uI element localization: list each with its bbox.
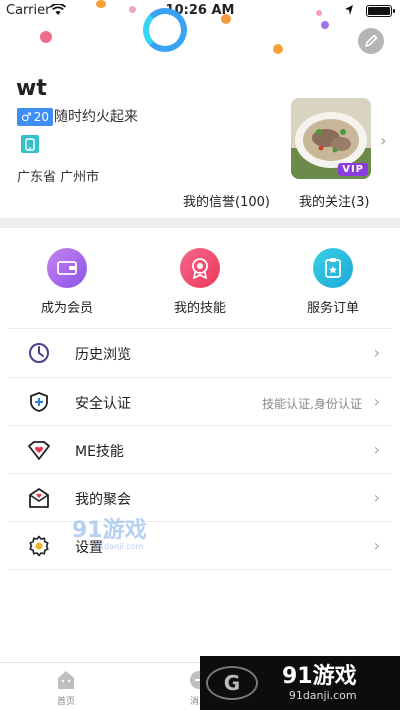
clock-time: 10:26 AM (165, 3, 235, 18)
watermark-text: 91游戏 (72, 518, 147, 543)
my-skills-button[interactable]: 我的技能 (150, 248, 250, 316)
service-orders-button[interactable]: 服务订单 (283, 248, 383, 316)
edit-profile-button[interactable] (358, 28, 384, 54)
decor-dot (321, 21, 329, 29)
profile-slogan: 随时约火起来 (54, 109, 138, 125)
menu-label: 安全认证 (75, 396, 131, 412)
status-bar: Carrier 10:26 AM (0, 0, 400, 22)
gear-icon (28, 535, 50, 557)
shield-plus-icon (28, 391, 50, 413)
decor-dot (273, 44, 283, 54)
tab-home[interactable]: 首页 (36, 669, 96, 707)
chevron-right-icon: › (373, 392, 380, 411)
menu-label: ME技能 (75, 444, 124, 460)
username: wt (16, 76, 47, 101)
envelope-heart-icon (28, 487, 50, 509)
male-icon: ♂ (21, 110, 32, 124)
chevron-right-icon: › (373, 343, 380, 362)
skill-badge-icon (180, 248, 220, 288)
vip-badge: VIP (338, 163, 368, 176)
home-icon (55, 669, 77, 691)
action-label: 成为会员 (40, 301, 93, 316)
divider (8, 569, 392, 570)
menu-item-me-skills[interactable]: ME技能 › (0, 426, 400, 474)
watermark-logo: 91游戏 91danji.com (72, 512, 147, 551)
decor-dot (221, 14, 231, 24)
chevron-right-icon: › (373, 488, 380, 507)
follow-link[interactable]: 我的关注(3) (299, 191, 369, 210)
chevron-right-icon: › (373, 440, 380, 459)
watermark-badge-icon: G (206, 666, 258, 700)
watermark-banner: G 91游戏 91danji.com (200, 656, 400, 710)
profile-location: 广东省 广州市 (17, 170, 100, 185)
decor-dot (40, 31, 52, 43)
menu-label: 历史浏览 (75, 347, 131, 363)
chevron-right-icon[interactable]: › (380, 131, 386, 150)
chevron-right-icon: › (373, 536, 380, 555)
menu-item-my-parties[interactable]: 我的聚会 › (0, 474, 400, 522)
location-arrow-icon (344, 4, 354, 20)
heart-diamond-icon (28, 439, 50, 461)
decor-dot (96, 0, 106, 8)
decor-dot (129, 6, 136, 13)
menu-item-settings[interactable]: 设置 › (0, 522, 400, 570)
menu-value: 技能认证,身份认证 (262, 397, 362, 411)
wallet-icon (47, 248, 87, 288)
gender-age-badge: ♂ 20 (17, 108, 54, 126)
age-value: 20 (33, 110, 50, 124)
menu-item-history[interactable]: 历史浏览 › (0, 329, 400, 377)
profile-photo[interactable]: VIP (291, 98, 371, 179)
menu-label: 我的聚会 (75, 492, 131, 508)
clock-icon (28, 342, 50, 364)
decor-ring (143, 8, 187, 52)
credit-link[interactable]: 我的信誉(100) (183, 191, 270, 210)
battery-icon (366, 5, 395, 17)
tab-label: 首页 (56, 697, 75, 707)
order-clipboard-icon (313, 248, 353, 288)
section-divider (0, 218, 400, 228)
watermark-url: 91danji.com (94, 542, 144, 551)
action-label: 我的技能 (173, 301, 226, 316)
menu-item-security[interactable]: 安全认证 技能认证,身份认证 › (0, 378, 400, 426)
become-member-button[interactable]: 成为会员 (17, 248, 117, 316)
decor-dot (316, 10, 322, 16)
action-label: 服务订单 (306, 301, 359, 316)
watermark-text: 91游戏 (282, 663, 357, 689)
pencil-icon (365, 34, 378, 47)
watermark-url: 91danji.com (288, 688, 357, 702)
phone-verified-icon (21, 135, 39, 153)
